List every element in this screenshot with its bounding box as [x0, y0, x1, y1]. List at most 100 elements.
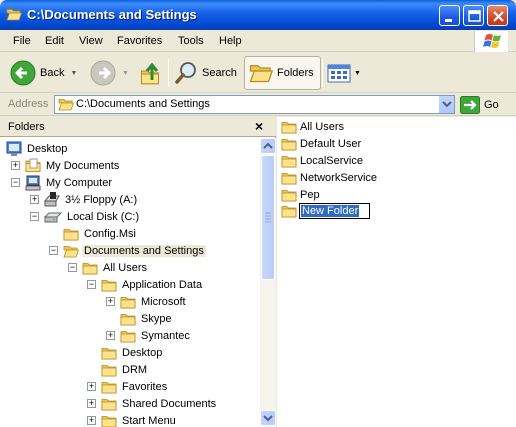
tree-item-drm[interactable]: DRM [101, 361, 149, 378]
rename-input[interactable]: New Folder [299, 202, 370, 219]
toolbar-separator [322, 59, 323, 87]
maximize-icon [468, 10, 481, 22]
scroll-thumb[interactable] [261, 155, 275, 280]
views-dropdown-icon[interactable]: ▼ [354, 70, 361, 77]
collapse-icon[interactable]: − [30, 212, 39, 221]
folder-icon [281, 189, 297, 201]
back-dropdown-icon[interactable]: ▼ [70, 70, 77, 77]
tree-item-skype[interactable]: Skype [120, 310, 174, 327]
minimize-icon [445, 19, 452, 22]
address-input[interactable]: C:\Documents and Settings [54, 95, 455, 114]
tree-item-my-computer[interactable]: My Computer [25, 174, 114, 191]
tree-item-desktop-folder[interactable]: Desktop [101, 344, 164, 361]
expand-icon[interactable]: + [87, 416, 96, 425]
collapse-icon[interactable]: − [87, 280, 96, 289]
search-label: Search [202, 67, 237, 79]
menu-help[interactable]: Help [219, 35, 242, 47]
collapse-icon[interactable]: − [49, 246, 58, 255]
forward-button[interactable]: ▼ [90, 56, 129, 90]
folder-icon [101, 398, 117, 410]
tree-item-documents-and-settings[interactable]: Documents and Settings [63, 242, 206, 259]
folder-icon [281, 172, 297, 184]
folder-icon [281, 121, 297, 133]
up-folder-icon [141, 62, 159, 85]
toolbar-separator [168, 59, 169, 87]
tree-item-start-menu[interactable]: Start Menu [101, 412, 178, 427]
tree-item-desktop[interactable]: Desktop [6, 140, 69, 157]
list-item[interactable]: Pep [281, 186, 320, 203]
tree-item-shared-documents[interactable]: Shared Documents [101, 395, 218, 412]
tree-scrollbar[interactable] [260, 138, 276, 427]
tree-item-favorites[interactable]: Favorites [101, 378, 169, 395]
folder-icon [120, 330, 136, 342]
folder-open-icon [63, 245, 79, 257]
folder-icon [281, 138, 297, 150]
back-button[interactable]: Back ▼ [10, 56, 77, 90]
tree-item-all-users[interactable]: All Users [82, 259, 149, 276]
file-list[interactable]: All Users Default User LocalService Netw… [277, 117, 516, 427]
views-icon [327, 64, 351, 83]
folders-icon [249, 65, 273, 83]
hard-drive-icon [44, 212, 62, 222]
minimize-button[interactable] [439, 5, 460, 26]
tree-item-application-data[interactable]: Application Data [101, 276, 204, 293]
folder-icon [101, 415, 117, 427]
windows-logo-icon [474, 31, 508, 52]
folders-pane: Folders × Desktop + My Documents − My Co… [0, 117, 276, 427]
expand-icon[interactable]: + [30, 195, 39, 204]
address-dropdown-button[interactable] [438, 96, 454, 113]
folders-button[interactable]: Folders [244, 56, 321, 90]
chevron-down-icon [442, 101, 452, 108]
back-label: Back [40, 67, 65, 79]
list-item[interactable]: All Users [281, 118, 344, 135]
views-button[interactable]: ▼ [327, 56, 361, 90]
tree-item-microsoft[interactable]: Microsoft [120, 293, 188, 310]
title-bar[interactable]: C:\Documents and Settings [0, 0, 516, 30]
forward-dropdown-icon[interactable]: ▼ [122, 70, 129, 77]
expand-icon[interactable]: + [87, 382, 96, 391]
expand-icon[interactable]: + [11, 161, 20, 170]
up-folder-button[interactable] [138, 56, 164, 90]
search-button[interactable]: Search [174, 56, 237, 90]
expand-icon[interactable]: + [106, 297, 115, 306]
menu-file[interactable]: File [13, 35, 31, 47]
folder-open-icon [58, 99, 74, 111]
folder-tree[interactable]: Desktop + My Documents − My Computer + 3… [0, 138, 260, 427]
folder-icon [281, 155, 297, 167]
go-arrow-icon [460, 96, 480, 114]
expand-icon[interactable]: + [87, 399, 96, 408]
folder-icon [82, 262, 98, 274]
menu-view[interactable]: View [79, 35, 103, 47]
floppy-drive-icon [44, 191, 60, 206]
tree-item-config-msi[interactable]: Config.Msi [63, 225, 138, 242]
list-item[interactable]: NetworkService [281, 169, 377, 186]
collapse-icon[interactable]: − [68, 263, 77, 272]
tree-item-symantec[interactable]: Symantec [120, 327, 192, 344]
list-item[interactable]: Default User [281, 135, 361, 152]
collapse-icon[interactable]: − [11, 178, 20, 187]
go-label: Go [484, 99, 499, 111]
folders-pane-header: Folders × [0, 117, 276, 137]
maximize-button[interactable] [463, 5, 484, 26]
tree-item-my-documents[interactable]: My Documents [25, 157, 121, 174]
menu-edit[interactable]: Edit [45, 35, 64, 47]
menu-favorites[interactable]: Favorites [117, 35, 162, 47]
tree-item-local-disk[interactable]: Local Disk (C:) [44, 208, 141, 225]
scroll-up-button[interactable] [260, 138, 276, 154]
forward-arrow-icon [90, 60, 116, 86]
search-icon [175, 62, 196, 84]
list-item[interactable]: LocalService [281, 152, 363, 169]
menu-tools[interactable]: Tools [178, 35, 204, 47]
tree-item-floppy[interactable]: 3½ Floppy (A:) [44, 191, 139, 208]
expand-icon[interactable]: + [106, 331, 115, 340]
new-folder-item[interactable]: New Folder [281, 202, 370, 219]
go-button[interactable]: Go [460, 95, 499, 115]
address-value: C:\Documents and Settings [76, 98, 210, 110]
close-icon[interactable]: × [255, 118, 263, 134]
folder-icon [101, 279, 117, 291]
chevron-down-icon [263, 415, 273, 422]
folders-pane-title: Folders [8, 121, 45, 133]
menu-bar: File Edit View Favorites Tools Help [0, 30, 516, 52]
close-button[interactable] [487, 5, 508, 26]
scroll-down-button[interactable] [260, 410, 276, 426]
